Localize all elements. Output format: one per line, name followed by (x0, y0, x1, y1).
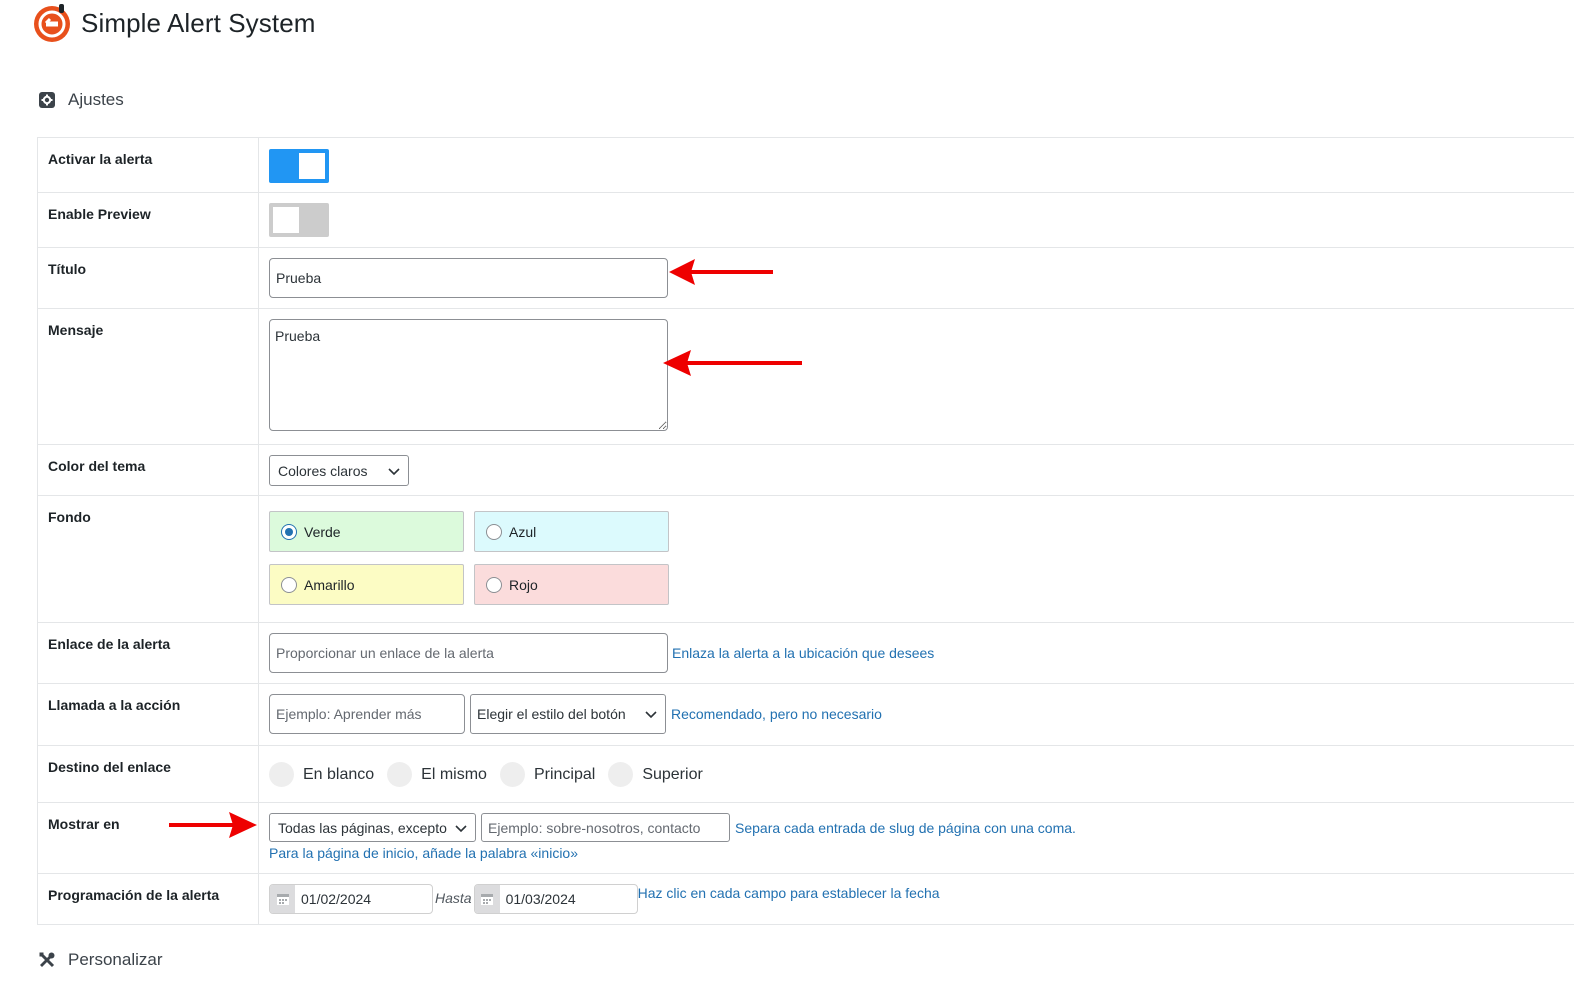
show-on-help: Separa cada entrada de slug de página co… (735, 819, 1076, 836)
row-target: Destino del enlace En blanco El mismo Pr… (38, 746, 1574, 803)
logo-icon (34, 4, 70, 42)
theme-select[interactable]: Colores claros (269, 455, 409, 486)
chevron-down-icon (645, 711, 657, 719)
radio-circle[interactable] (387, 762, 413, 787)
radio-circle[interactable] (269, 762, 294, 787)
chevron-down-icon (455, 824, 467, 832)
row-message: Mensaje Prueba (38, 309, 1574, 445)
customize-section-header[interactable]: Personalizar (38, 950, 163, 970)
calendar-icon (474, 885, 500, 913)
show-on-help-home: Para la página de inicio, añade la palab… (269, 845, 578, 861)
cta-help: Recomendado, pero no necesario (671, 706, 882, 722)
bg-option-label: Verde (304, 523, 341, 540)
tools-icon (39, 952, 55, 968)
calendar-icon (270, 885, 295, 913)
radio-circle[interactable] (608, 762, 634, 787)
target-option-blank[interactable]: En blanco (269, 762, 374, 787)
radio-verde[interactable] (281, 523, 297, 540)
radio-azul[interactable] (486, 523, 502, 540)
schedule-start-date[interactable]: 01/02/2024 (269, 884, 433, 914)
bg-option-verde[interactable]: Verde (269, 511, 464, 552)
bg-option-rojo[interactable]: Rojo (474, 564, 669, 605)
target-option-label: En blanco (303, 765, 375, 783)
target-options: En blanco El mismo Principal Superior (269, 756, 1574, 787)
show-on-select[interactable]: Todas las páginas, excepto (269, 813, 476, 842)
title-label: Título (38, 248, 259, 308)
cta-style-select-value: Elegir el estilo del botón (477, 706, 626, 722)
message-label: Mensaje (38, 309, 259, 444)
show-on-slugs-input[interactable] (481, 813, 730, 842)
app-title: Simple Alert System (81, 7, 316, 38)
activate-toggle[interactable] (269, 149, 329, 183)
schedule-end-value: 01/03/2024 (505, 891, 576, 907)
theme-label: Color del tema (38, 445, 259, 495)
radio-rojo[interactable] (486, 576, 502, 593)
bg-option-label: Amarillo (304, 576, 355, 593)
target-option-label: Superior (642, 765, 703, 783)
radio-circle[interactable] (499, 762, 525, 787)
annotation-arrow-title (669, 259, 773, 285)
title-input[interactable] (269, 258, 668, 298)
link-input[interactable] (269, 633, 668, 673)
row-link: Enlace de la alerta Enlaza la alerta a l… (38, 623, 1574, 684)
cta-label: Llamada a la acción (38, 684, 259, 745)
schedule-until-label: Hasta (435, 890, 472, 906)
preview-label: Enable Preview (38, 193, 259, 247)
customize-section-title: Personalizar (68, 950, 163, 969)
target-option-parent[interactable]: Principal (499, 762, 596, 787)
chevron-down-icon (388, 467, 400, 475)
row-activate: Activar la alerta (38, 138, 1574, 193)
row-title: Título (38, 248, 1574, 309)
row-cta: Llamada a la acción Elegir el estilo del… (38, 684, 1574, 746)
row-background: Fondo Verde Azul Amarillo Rojo (38, 496, 1574, 623)
cta-text-input[interactable] (269, 694, 465, 734)
app-header: Simple Alert System (32, 2, 316, 44)
radio-amarillo[interactable] (281, 576, 297, 593)
gear-icon (39, 92, 55, 108)
schedule-start-value: 01/02/2024 (301, 891, 372, 907)
schedule-end-date[interactable]: 01/03/2024 (473, 884, 638, 914)
link-help: Enlaza la alerta a la ubicación que dese… (672, 645, 935, 661)
message-textarea[interactable]: Prueba (269, 319, 668, 431)
target-option-label: Principal (533, 765, 596, 783)
target-option-top[interactable]: Superior (608, 762, 703, 787)
row-schedule: Programación de la alerta 01/02/2024 Has… (38, 874, 1574, 925)
target-option-self[interactable]: El mismo (387, 762, 487, 787)
annotation-arrow-message (663, 350, 802, 376)
bg-option-label: Azul (509, 523, 537, 540)
target-option-label: El mismo (421, 765, 487, 783)
settings-table: Activar la alerta Enable Preview Título … (37, 137, 1574, 925)
background-label: Fondo (38, 496, 259, 622)
cta-style-select[interactable]: Elegir el estilo del botón (470, 694, 666, 734)
row-theme: Color del tema Colores claros (38, 445, 1574, 496)
bg-option-label: Rojo (509, 576, 538, 593)
theme-select-value: Colores claros (278, 462, 368, 479)
annotation-arrow-show-on (169, 812, 257, 838)
row-show-on: Mostrar en Todas las páginas, excepto Se… (38, 803, 1574, 874)
link-label: Enlace de la alerta (38, 623, 259, 683)
background-options: Verde Azul Amarillo Rojo (269, 511, 1574, 605)
show-on-select-value: Todas las páginas, excepto (278, 819, 447, 836)
bg-option-amarillo[interactable]: Amarillo (269, 564, 464, 605)
activate-label: Activar la alerta (38, 138, 259, 192)
schedule-help: Haz clic en cada campo para establecer l… (637, 885, 940, 901)
preview-toggle[interactable] (269, 203, 329, 237)
settings-section-header[interactable]: Ajustes (38, 90, 124, 110)
settings-section-title: Ajustes (68, 90, 124, 109)
schedule-label: Programación de la alerta (38, 874, 259, 924)
row-preview: Enable Preview (38, 193, 1574, 248)
bg-option-azul[interactable]: Azul (474, 511, 669, 552)
target-label: Destino del enlace (38, 746, 259, 802)
